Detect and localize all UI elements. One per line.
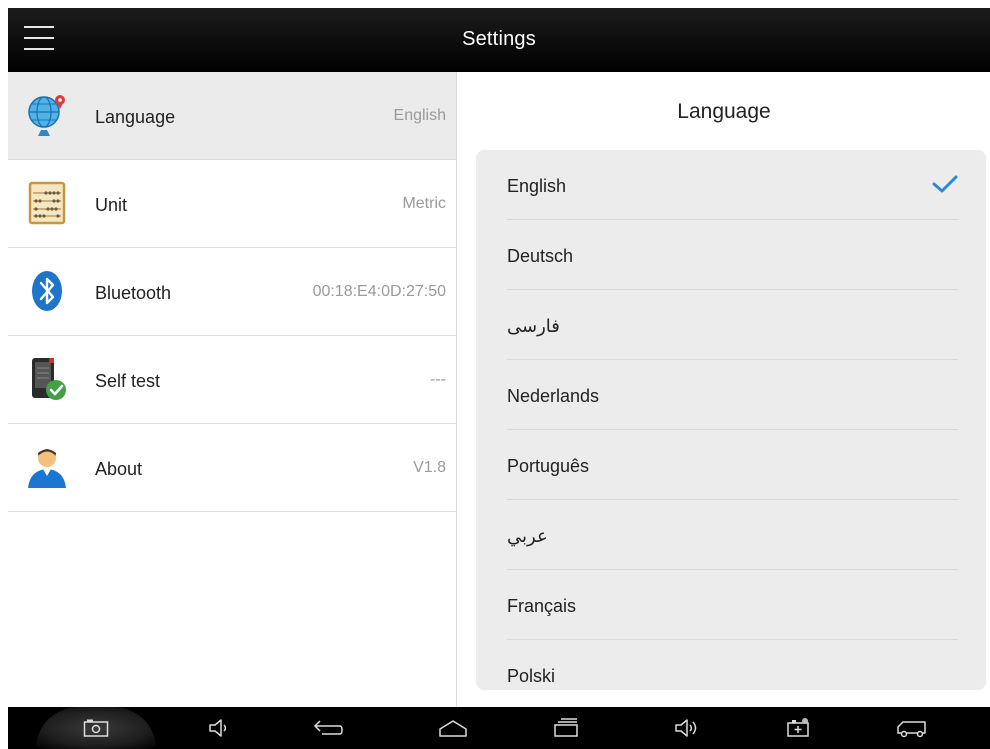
language-option-label: English [507,176,567,196]
language-list: English Deutsch فارسی Nederlands Portugu… [476,150,986,690]
page-title: Settings [462,28,536,50]
volume-down-icon [209,719,227,737]
screenshot-button[interactable] [36,707,156,749]
settings-list: Language English Unit Metric Bluetooth 0… [8,72,457,707]
bluetooth-icon [32,271,62,311]
language-option-arabic[interactable]: عربي [507,500,958,570]
user-icon [28,449,66,488]
settings-item-value: --- [430,371,446,388]
back-button[interactable] [304,707,352,749]
language-option-label: عربي [507,526,548,546]
volume-up-icon [675,719,697,737]
language-option-francais[interactable]: Français [507,570,958,640]
settings-item-bluetooth[interactable]: Bluetooth 00:18:E4:0D:27:50 [8,248,456,336]
settings-item-label: Language [95,107,176,127]
vehicle-icon [897,721,926,738]
language-option-farsi[interactable]: فارسی [507,290,958,360]
recent-apps-button[interactable] [542,707,590,749]
vehicle-button[interactable] [888,707,936,749]
language-option-english[interactable]: English [507,150,958,220]
language-option-label: Polski [507,666,556,686]
back-icon [313,720,343,735]
app-frame: Settings Language English Unit Metric Bl… [0,0,990,749]
settings-item-value: V1.8 [413,459,446,476]
battery-icon [787,718,809,737]
language-option-label: Deutsch [507,246,574,266]
settings-item-about[interactable]: About V1.8 [8,424,456,512]
settings-item-label: Self test [95,371,161,391]
abacus-icon [28,181,66,225]
settings-item-value: 00:18:E4:0D:27:50 [312,283,446,300]
title-bar: Settings [8,8,990,72]
checkmark-icon [932,175,958,193]
language-panel-title: Language [677,100,771,123]
volume-down-button[interactable] [195,707,243,749]
settings-item-value: Metric [402,195,446,212]
language-option-nederlands[interactable]: Nederlands [507,360,958,430]
language-option-label: فارسی [507,316,560,336]
home-icon [439,720,467,737]
screenshot-icon [83,719,109,737]
language-option-label: Português [507,456,590,476]
settings-item-unit[interactable]: Unit Metric [8,160,456,248]
settings-item-label: Bluetooth [95,283,172,303]
system-nav-bar [8,707,990,749]
settings-item-label: About [95,459,143,479]
settings-item-language[interactable]: Language English [8,72,456,160]
language-option-label: Français [507,596,577,616]
settings-item-self-test[interactable]: Self test --- [8,336,456,424]
language-option-deutsch[interactable]: Deutsch [507,220,958,290]
language-option-polski[interactable]: Polski [507,640,958,690]
home-button[interactable] [429,707,477,749]
settings-item-value: English [393,107,446,124]
language-option-portugues[interactable]: Português [507,430,958,500]
recent-apps-icon [554,718,578,737]
language-panel: Language English Deutsch فارسی Nederland… [458,72,990,707]
device-check-icon [32,358,66,400]
globe-icon [28,95,65,136]
settings-item-label: Unit [95,195,128,215]
battery-button[interactable] [774,707,822,749]
language-option-label: Nederlands [507,386,600,406]
volume-up-button[interactable] [664,707,712,749]
